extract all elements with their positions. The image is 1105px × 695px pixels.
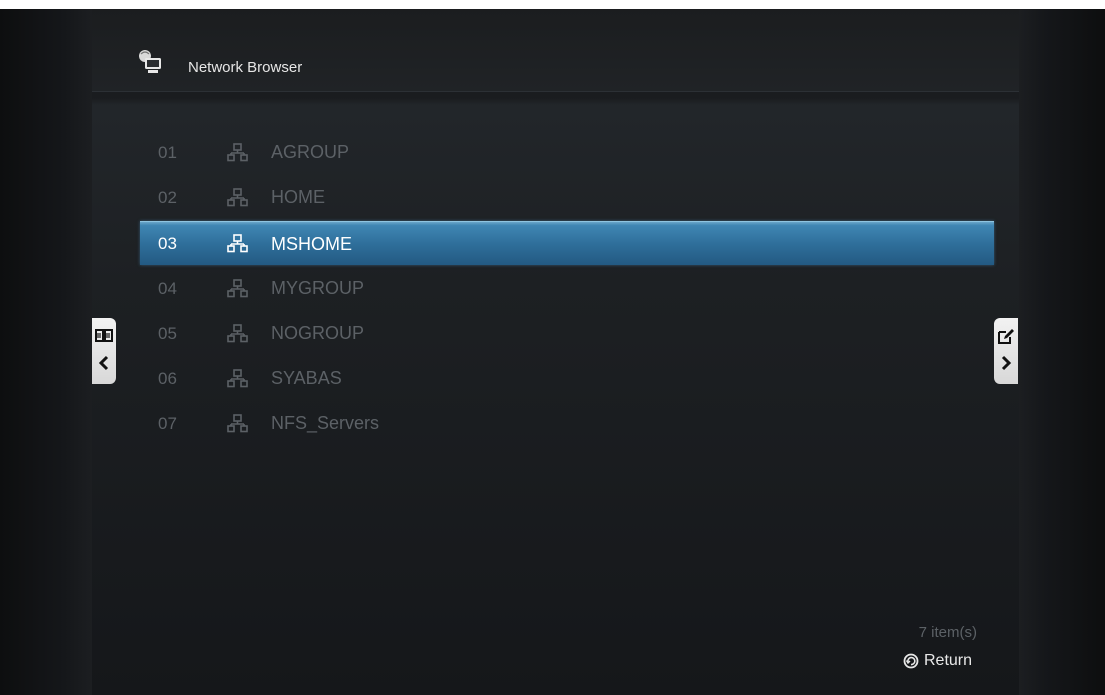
item-number: 01 (158, 143, 177, 162)
network-group-icon (227, 324, 248, 343)
item-label: MSHOME (271, 234, 352, 254)
item-label: SYABAS (271, 368, 342, 388)
item-label: NOGROUP (271, 323, 365, 343)
list-item-selected[interactable]: 03 MSHOME (140, 221, 994, 265)
item-number: 03 (158, 234, 177, 253)
network-group-icon (227, 414, 248, 433)
network-group-icon (227, 234, 248, 253)
item-number: 07 (158, 414, 177, 433)
chevron-left-icon (98, 355, 109, 371)
return-button[interactable]: Return (903, 652, 972, 670)
item-number: 05 (158, 324, 177, 343)
item-label: MYGROUP (271, 278, 365, 298)
return-icon (903, 653, 919, 669)
item-label: HOME (271, 187, 325, 207)
network-group-icon (227, 143, 248, 162)
list-item[interactable]: 05 NOGROUP (140, 311, 994, 356)
list-item[interactable]: 01 AGROUP (140, 130, 994, 175)
return-label: Return (924, 652, 973, 669)
list-item[interactable]: 07 NFS_Servers (140, 401, 994, 446)
right-margin (1019, 9, 1105, 695)
tv-screen: Network Browser 01 AGROUP 02 HOME 03 MSH… (0, 9, 1105, 695)
network-group-icon (227, 188, 248, 207)
item-number: 06 (158, 369, 177, 388)
edit-icon (998, 329, 1014, 344)
list-item[interactable]: 04 MYGROUP (140, 266, 994, 311)
page-title: Network Browser (188, 59, 303, 76)
network-computer-icon (139, 50, 161, 73)
item-number: 02 (158, 188, 177, 207)
left-side-tab[interactable] (92, 318, 116, 384)
chevron-right-icon (1001, 355, 1012, 371)
header-bar: Network Browser (92, 9, 1019, 92)
item-label: NFS_Servers (271, 413, 380, 433)
network-list: 01 AGROUP 02 HOME 03 MSHOME 04 MYGROUP 0… (140, 130, 994, 446)
item-count: 7 item(s) (918, 624, 977, 641)
network-group-icon (227, 279, 248, 298)
list-item[interactable]: 02 HOME (140, 175, 994, 220)
item-number: 04 (158, 279, 177, 298)
left-margin (0, 9, 92, 695)
book-icon (95, 329, 113, 342)
right-side-tab[interactable] (994, 318, 1018, 384)
network-group-icon (227, 369, 248, 388)
item-label: AGROUP (271, 142, 350, 162)
list-item[interactable]: 06 SYABAS (140, 356, 994, 401)
